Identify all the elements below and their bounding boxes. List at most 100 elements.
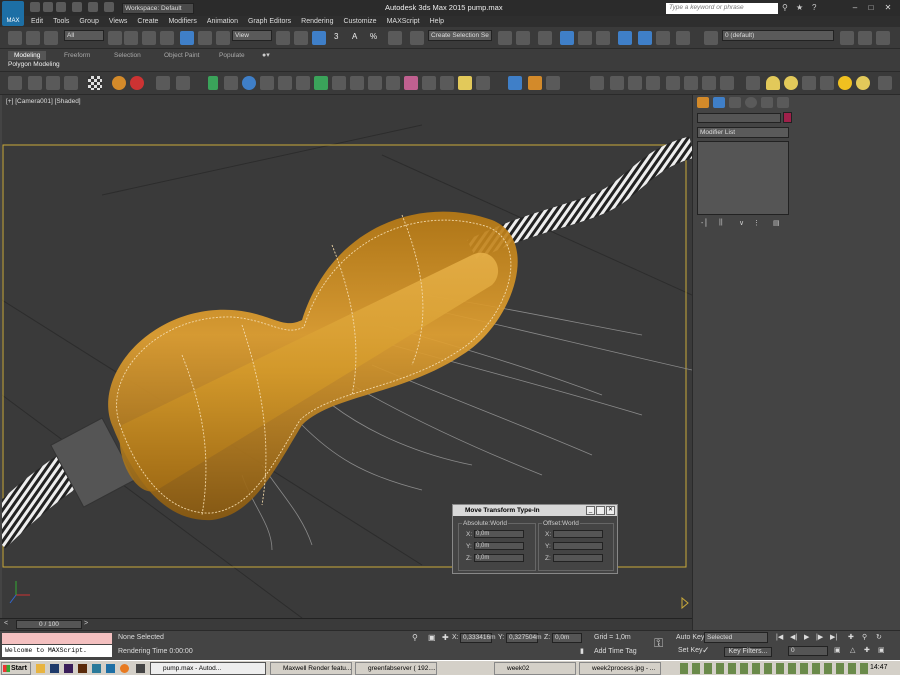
lamp-icon[interactable] (440, 76, 454, 90)
paint-icon[interactable] (404, 76, 418, 90)
rect-selection-icon[interactable] (142, 31, 156, 45)
ribbon-tab-populate[interactable]: Populate (213, 51, 251, 60)
close-button[interactable]: ✕ (881, 2, 895, 13)
layer-select-icon[interactable] (876, 31, 890, 45)
menu-create[interactable]: Create (132, 16, 163, 27)
teapot-icon[interactable] (112, 76, 126, 90)
cube-icon[interactable] (224, 76, 238, 90)
menu-help[interactable]: Help (425, 16, 449, 27)
snap-toggle-icon[interactable]: 3 (334, 32, 338, 41)
quicklaunch-illustrator-icon[interactable] (78, 664, 87, 673)
quicklaunch-max-icon[interactable] (106, 664, 115, 673)
hierarchy-tab-icon[interactable] (729, 97, 741, 108)
abs-x-spinner[interactable]: 0,0m (474, 530, 524, 538)
off-y-spinner[interactable] (553, 542, 603, 550)
toggle-ribbon-icon[interactable] (578, 31, 592, 45)
taskbar-item-pump[interactable]: pump.max - Autod... (150, 662, 266, 675)
maxscript-listener[interactable]: Welcome to MAXScript. (2, 645, 112, 657)
quicklaunch-maya-icon[interactable] (92, 664, 101, 673)
link-icon[interactable] (8, 31, 22, 45)
pillow-icon[interactable] (458, 76, 472, 90)
loop-icon[interactable] (46, 76, 60, 90)
select-by-name-icon[interactable] (124, 31, 138, 45)
keyboard-shortcut-icon[interactable] (312, 31, 326, 45)
network-icon[interactable] (702, 76, 716, 90)
sphere-icon[interactable] (242, 76, 256, 90)
time-next-icon[interactable]: > (84, 620, 88, 627)
modify-tab-icon[interactable] (713, 97, 725, 108)
time-tag-icon[interactable]: ▮ (580, 647, 584, 655)
current-frame-field[interactable]: 0 (788, 646, 828, 656)
off-z-spinner[interactable] (553, 554, 603, 562)
ribbon-tab-selection[interactable]: Selection (108, 51, 147, 60)
key-selection-dropdown[interactable]: Selected (704, 632, 768, 643)
search-icon[interactable]: ⚲ (782, 3, 788, 12)
infocenter-icon[interactable]: ★ (796, 3, 803, 12)
torus-primitive-icon[interactable] (856, 76, 870, 90)
toggle-layer-explorer-icon[interactable] (560, 31, 574, 45)
start-button[interactable]: Start (1, 662, 31, 675)
dynamics-icon[interactable] (386, 76, 400, 90)
reference-coord-dropdown[interactable]: View (232, 30, 272, 41)
time-slider[interactable]: < 0 / 100 > (0, 618, 692, 630)
audio-icon[interactable] (684, 76, 698, 90)
object-color-swatch[interactable] (783, 112, 792, 123)
helper-icon[interactable] (314, 76, 328, 90)
modifier-stack[interactable] (697, 141, 789, 215)
maximize-button[interactable]: □ (864, 2, 878, 13)
layer-create-icon[interactable] (840, 31, 854, 45)
ribbon-toggle-icon[interactable]: ●▾ (262, 51, 270, 59)
sun-icon[interactable] (838, 76, 852, 90)
project-folder-icon[interactable] (104, 2, 114, 12)
lock-icon[interactable]: ⚲ (412, 633, 418, 642)
mirror-icon[interactable] (498, 31, 512, 45)
save-file-icon[interactable] (56, 2, 66, 12)
menu-maxscript[interactable]: MAXScript (382, 16, 425, 27)
close-panel-icon[interactable] (878, 76, 892, 90)
ribbon-tab-object-paint[interactable]: Object Paint (158, 51, 205, 60)
dialog-titlebar[interactable]: Move Transform Type-In _ ✕ (453, 505, 617, 516)
minimize-button[interactable]: – (848, 2, 862, 13)
target-icon[interactable] (130, 76, 144, 90)
cloth-icon[interactable] (260, 76, 274, 90)
absolute-mode-icon[interactable]: ▣ (428, 633, 436, 642)
menu-modifiers[interactable]: Modifiers (163, 16, 201, 27)
quicklaunch-media-icon[interactable] (136, 664, 145, 673)
ribbon-subpanel[interactable]: Polygon Modeling (8, 61, 60, 68)
crossing-icon[interactable] (476, 76, 490, 90)
nurbs-icon[interactable] (350, 76, 364, 90)
menu-tools[interactable]: Tools (48, 16, 74, 27)
bind-spacewarp-icon[interactable] (44, 31, 58, 45)
make-unique-icon[interactable]: ∨ (739, 219, 744, 227)
spinner-snap-icon[interactable] (388, 31, 402, 45)
frame-end-marker[interactable] (681, 596, 689, 610)
render-setup-icon[interactable] (656, 31, 670, 45)
goto-end-icon[interactable]: ▶| (830, 633, 837, 641)
remove-modifier-icon[interactable]: ⋮ (753, 219, 760, 227)
auto-key-button[interactable]: Auto Key (676, 634, 704, 641)
x-coord-icon[interactable]: ✚ (442, 633, 449, 642)
pivot-center-icon[interactable] (276, 31, 290, 45)
selection-filter-dropdown[interactable]: All (64, 30, 104, 41)
quicklaunch-photoshop-icon[interactable] (50, 664, 59, 673)
taskbar-item-week2process[interactable]: week2process.jpg - ... (579, 662, 661, 675)
abs-z-spinner[interactable]: 0,0m (474, 554, 524, 562)
menu-customize[interactable]: Customize (338, 16, 381, 27)
x-coordinate-field[interactable]: 0,333416m (460, 633, 496, 643)
transform-gizmo-icon[interactable] (508, 76, 522, 90)
quicklaunch-explorer-icon[interactable] (36, 664, 45, 673)
max-toggle-icon[interactable]: ▣ (878, 646, 885, 654)
manage-layers-icon[interactable] (704, 31, 718, 45)
layer-dropdown[interactable]: 0 (default) (722, 30, 834, 41)
dome-icon[interactable] (766, 76, 780, 90)
configure-modifier-icon[interactable]: ▤ (773, 219, 780, 227)
angle-snap-icon[interactable]: A (352, 32, 357, 41)
display-tab-icon[interactable] (761, 97, 773, 108)
next-frame-icon[interactable]: |▶ (816, 633, 823, 641)
render-frame-icon[interactable] (676, 31, 690, 45)
taskbar-item-maxwell[interactable]: Maxwell Render featu... (270, 662, 352, 675)
orbit-view-icon[interactable]: ↻ (876, 633, 882, 641)
dialog-minimize-button[interactable]: _ (586, 506, 595, 515)
zoom-view-icon[interactable]: ⚲ (862, 633, 867, 641)
checker-icon[interactable] (88, 76, 102, 90)
